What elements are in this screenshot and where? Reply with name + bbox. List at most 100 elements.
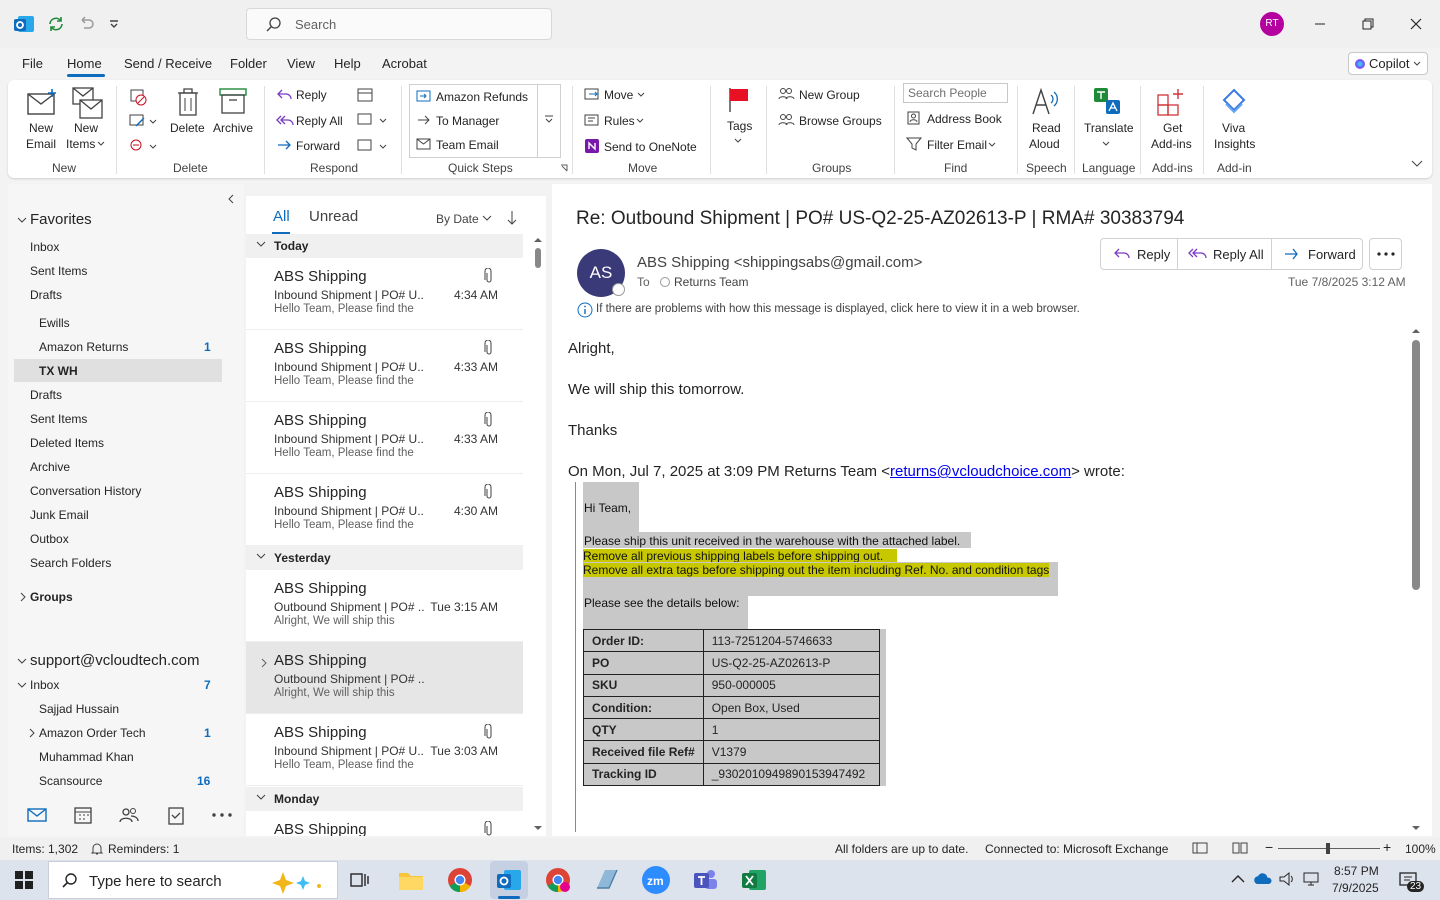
move-button[interactable]: Move: [584, 86, 654, 104]
network-icon[interactable]: [1302, 871, 1320, 887]
archive-button[interactable]: [218, 86, 248, 118]
taskbar-search[interactable]: Type here to search: [48, 861, 338, 899]
chrome-icon[interactable]: [446, 866, 474, 894]
folder-sajjad-hussain[interactable]: Sajjad Hussain: [39, 702, 119, 716]
scroll-down-icon[interactable]: [1411, 824, 1421, 832]
group-header-monday[interactable]: Monday: [246, 787, 523, 811]
tasks-icon[interactable]: [165, 805, 187, 825]
calendar-icon[interactable]: [72, 805, 94, 825]
more-options-icon[interactable]: [210, 805, 234, 825]
forward-button[interactable]: Forward: [276, 137, 356, 155]
excel-icon[interactable]: [740, 866, 768, 894]
more-actions-button[interactable]: [1369, 238, 1402, 270]
folder-conversation-history[interactable]: Conversation History: [30, 484, 141, 498]
folder-drafts[interactable]: Drafts: [30, 288, 62, 302]
account-inbox[interactable]: Inbox: [30, 678, 59, 692]
scroll-up-icon[interactable]: [1411, 327, 1421, 335]
chevron-down-icon[interactable]: [17, 215, 27, 225]
list-scrollbar-thumb[interactable]: [535, 248, 541, 268]
sync-icon[interactable]: [44, 12, 68, 36]
chevron-right-icon[interactable]: [19, 592, 27, 602]
tags-button[interactable]: [726, 86, 752, 114]
list-item[interactable]: ABS Shipping Inbound Shipment | PO# U...…: [246, 714, 523, 786]
clean-up-icon[interactable]: [128, 112, 158, 130]
get-addins-button[interactable]: [1156, 86, 1188, 118]
chevron-right-icon[interactable]: [28, 728, 36, 738]
folder-junk-email[interactable]: Junk Email: [30, 508, 89, 522]
tab-acrobat[interactable]: Acrobat: [382, 56, 427, 71]
task-view-icon[interactable]: [350, 870, 370, 890]
undo-icon[interactable]: [74, 12, 98, 36]
copilot-button[interactable]: Copilot: [1348, 52, 1428, 75]
normal-view-icon[interactable]: [1192, 841, 1208, 855]
favorites-header[interactable]: Favorites: [30, 211, 92, 228]
tab-folder[interactable]: Folder: [230, 56, 267, 71]
clock-date[interactable]: 7/9/2025: [1332, 881, 1379, 895]
quick-step-team-email[interactable]: Team Email: [416, 136, 534, 154]
tab-file[interactable]: File: [22, 56, 43, 71]
reminders[interactable]: Reminders: 1: [108, 842, 179, 856]
folder-sent-items-2[interactable]: Sent Items: [30, 412, 87, 426]
app-icon[interactable]: [593, 866, 621, 894]
im-reply-icon[interactable]: [356, 111, 388, 129]
group-header-yesterday[interactable]: Yesterday: [246, 546, 523, 570]
list-item[interactable]: ABS Shipping Inbound Shipment | PO# U...…: [246, 474, 523, 546]
outlook-taskbar-icon[interactable]: [495, 866, 523, 894]
forward-button[interactable]: Forward: [1271, 238, 1363, 270]
chevron-up-icon[interactable]: [1230, 873, 1246, 885]
mail-icon[interactable]: [26, 806, 48, 824]
read-aloud-button[interactable]: [1030, 86, 1060, 118]
quote-email-link[interactable]: returns@vcloudchoice.com: [890, 463, 1071, 480]
onedrive-icon[interactable]: [1253, 871, 1273, 887]
ignore-icon[interactable]: [128, 87, 148, 107]
zoom-in-icon[interactable]: +: [1383, 839, 1391, 855]
filter-unread[interactable]: Unread: [309, 208, 358, 225]
quick-step-to-manager[interactable]: To Manager: [416, 112, 534, 130]
reply-button[interactable]: Reply: [276, 86, 346, 104]
scroll-down-icon[interactable]: [533, 824, 543, 832]
close-icon[interactable]: [1406, 14, 1426, 34]
user-avatar[interactable]: RT: [1260, 12, 1284, 36]
folder-drafts-2[interactable]: Drafts: [30, 388, 62, 402]
folder-muhammad-khan[interactable]: Muhammad Khan: [39, 750, 134, 764]
quick-step-amazon-refunds[interactable]: Amazon Refunds: [416, 88, 534, 106]
recipient[interactable]: Returns Team: [674, 275, 748, 289]
minimize-icon[interactable]: [1310, 14, 1330, 34]
folder-amazon-returns[interactable]: Amazon Returns: [39, 340, 128, 354]
windows-start-icon[interactable]: [14, 870, 34, 890]
group-header-today[interactable]: Today: [246, 234, 523, 258]
people-icon[interactable]: [118, 805, 140, 825]
rules-button[interactable]: Rules: [584, 112, 654, 130]
folder-inbox[interactable]: Inbox: [30, 240, 59, 254]
dialog-launcher-icon[interactable]: [560, 164, 568, 172]
chevron-down-icon[interactable]: [17, 656, 27, 666]
account-header[interactable]: support@vcloudtech.com: [30, 652, 199, 669]
tab-view[interactable]: View: [287, 56, 315, 71]
collapse-pane-icon[interactable]: [226, 194, 236, 204]
address-book-button[interactable]: Address Book: [906, 110, 1011, 128]
reading-view-icon[interactable]: [1232, 841, 1248, 855]
viva-insights-button[interactable]: [1218, 86, 1250, 118]
list-item[interactable]: ABS Shipping Inbound Shipment | PO# U...…: [246, 258, 523, 330]
quick-steps-expand[interactable]: [537, 84, 561, 158]
reading-scrollbar-thumb[interactable]: [1412, 340, 1420, 590]
filter-email-button[interactable]: Filter Email: [906, 136, 1006, 154]
zoom-app-icon[interactable]: zm: [642, 866, 670, 894]
folder-sent-items[interactable]: Sent Items: [30, 264, 87, 278]
sort-direction-icon[interactable]: [506, 210, 518, 226]
filter-all[interactable]: All: [273, 208, 290, 225]
scroll-up-icon[interactable]: [533, 236, 543, 244]
groups-header[interactable]: Groups: [30, 590, 73, 604]
chevron-right-icon[interactable]: [260, 658, 268, 668]
clock-time[interactable]: 8:57 PM: [1334, 864, 1379, 878]
tab-send-receive[interactable]: Send / Receive: [124, 56, 212, 71]
tab-help[interactable]: Help: [334, 56, 361, 71]
chrome-profile-icon[interactable]: [544, 866, 572, 894]
delete-button[interactable]: [174, 86, 202, 118]
reply-all-button[interactable]: Reply All: [1177, 238, 1272, 270]
zoom-slider-thumb[interactable]: [1326, 843, 1330, 854]
browse-groups-button[interactable]: Browse Groups: [778, 112, 888, 130]
customize-toolbar-icon[interactable]: [104, 12, 128, 36]
list-item-selected[interactable]: ABS Shipping Outbound Shipment | PO# ...…: [246, 642, 523, 714]
meeting-reply-icon[interactable]: [356, 86, 374, 104]
